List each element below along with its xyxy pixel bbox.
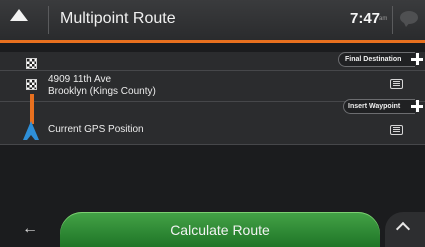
final-destination-label: Final Destination [345,56,402,63]
checkered-flag-icon [26,79,37,90]
plus-icon[interactable] [409,98,425,114]
row-divider [0,144,425,145]
plus-icon[interactable] [409,51,425,67]
row-divider [0,70,425,71]
clock-ampm: am [379,16,388,22]
divider [392,6,393,34]
divider [48,6,49,34]
insert-waypoint-label: Insert Waypoint [348,103,401,110]
route-line [30,94,34,124]
gps-arrow-notch [27,135,35,140]
menu-icon[interactable] [390,125,403,135]
calculate-route-button[interactable]: Calculate Route [60,212,380,247]
chat-bubble-tail [403,21,411,27]
checkered-flag-icon [26,58,37,69]
clock-time: 7:47 [350,10,381,27]
top-bar: Multipoint Route 7:47 am [0,0,425,40]
menu-icon[interactable] [390,79,403,89]
calculate-route-label: Calculate Route [170,222,270,238]
page-title: Multipoint Route [60,10,176,27]
current-gps-position[interactable]: Current GPS Position [48,124,144,135]
back-arrow-icon[interactable]: ← [22,220,38,238]
up-triangle-icon[interactable] [10,9,28,21]
destination-address-line2[interactable]: Brooklyn (Kings County) [48,86,156,97]
destination-address-line1[interactable]: 4909 11th Ave [48,74,111,85]
accent-line [0,40,425,43]
